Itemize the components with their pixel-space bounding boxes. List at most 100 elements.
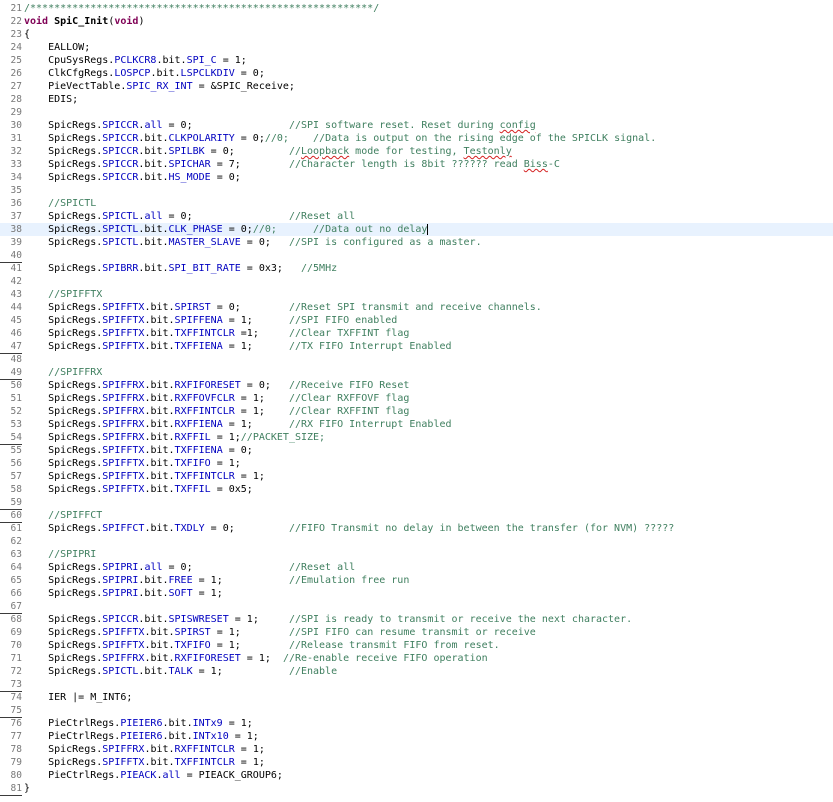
code-text: //SPIFFRX (24, 366, 102, 379)
code-token: INTx9 (192, 718, 223, 729)
code-token: //SPIFFCT (48, 510, 103, 521)
code-line[interactable]: 32 SpicRegs.SPICCR.bit.SPILBK = 0; //Loo… (0, 145, 833, 158)
code-line[interactable]: 52 SpicRegs.SPIFFRX.bit.RXFFINTCLR = 1; … (0, 405, 833, 418)
code-line[interactable]: 46 SpicRegs.SPIFFTX.bit.TXFFINTCLR =1; /… (0, 327, 833, 340)
code-line[interactable]: 36 //SPICTL (0, 197, 833, 210)
code-text: //SPIPRI (24, 548, 96, 561)
code-token: SpicRegs. (24, 627, 103, 638)
code-token: PieVectTable. (24, 81, 127, 92)
code-line[interactable]: 73 (0, 678, 833, 692)
code-line[interactable]: 65 SpicRegs.SPIPRI.bit.FREE = 1; //Emula… (0, 574, 833, 587)
code-line[interactable]: 34 SpicRegs.SPICCR.bit.HS_MODE = 0; (0, 171, 833, 184)
code-line[interactable]: 27 PieVectTable.SPIC_RX_INT = &SPIC_Rece… (0, 80, 833, 93)
line-number: 36 (10, 198, 22, 209)
code-editor[interactable]: 21/*************************************… (0, 0, 833, 802)
code-line[interactable]: 47 SpicRegs.SPIFFTX.bit.TXFFIENA = 1; //… (0, 340, 833, 354)
code-line[interactable]: 76 PieCtrlRegs.PIEIER6.bit.INTx9 = 1; (0, 717, 833, 730)
code-token: .bit. (144, 406, 175, 417)
code-line[interactable]: 45 SpicRegs.SPIFFTX.bit.SPIFFENA = 1; //… (0, 314, 833, 327)
code-line[interactable]: 64 SpicRegs.SPIPRI.all = 0; //Reset all (0, 561, 833, 574)
code-line[interactable]: 54 SpicRegs.SPIFFRX.bit.RXFFIL = 1;//PAC… (0, 431, 833, 445)
code-token: .bit. (144, 757, 175, 768)
line-number: 78 (10, 744, 22, 755)
code-line[interactable]: 62 (0, 535, 833, 548)
code-line[interactable]: 22 void SpiC_Init(void) (0, 15, 833, 28)
code-line[interactable]: 33 SpicRegs.SPICCR.bit.SPICHAR = 7; //Ch… (0, 158, 833, 171)
code-line[interactable]: 55 SpicRegs.SPIFFTX.bit.TXFFIENA = 0; (0, 444, 833, 457)
code-line[interactable]: 56 SpicRegs.SPIFFTX.bit.TXFIFO = 1; (0, 457, 833, 470)
code-line[interactable]: 57 SpicRegs.SPIFFTX.bit.TXFFINTCLR = 1; (0, 470, 833, 483)
code-line[interactable]: 37 SpicRegs.SPICTL.all = 0; //Reset all (0, 210, 833, 223)
code-token: = 1; (216, 55, 247, 66)
code-line[interactable]: 44 SpicRegs.SPIFFTX.bit.SPIRST = 0; //Re… (0, 301, 833, 314)
code-line[interactable]: 42 (0, 275, 833, 288)
code-line[interactable]: 80 PieCtrlRegs.PIEACK.all = PIEACK_GROUP… (0, 769, 833, 782)
code-token: .bit. (138, 263, 169, 274)
line-number: 79 (10, 757, 22, 768)
code-line[interactable]: 69 SpicRegs.SPIFFTX.bit.SPIRST = 1; //SP… (0, 626, 833, 639)
line-number: 53 (10, 419, 22, 430)
line-number: 38 (10, 224, 22, 235)
code-text: SpicRegs.SPIFFTX.bit.SPIRST = 0; //Reset… (24, 301, 542, 314)
code-line[interactable]: 81} (0, 782, 833, 796)
code-line[interactable]: 23{ (0, 28, 833, 41)
code-line[interactable]: 70 SpicRegs.SPIFFTX.bit.TXFIFO = 1; //Re… (0, 639, 833, 652)
code-token: SPIFFTX (102, 471, 145, 482)
line-number: 41 (10, 263, 22, 274)
code-line[interactable]: 24 EALLOW; (0, 41, 833, 54)
code-token: .bit. (144, 302, 175, 313)
code-line[interactable]: 71 SpicRegs.SPIFFRX.bit.RXFIFORESET = 1;… (0, 652, 833, 665)
code-line[interactable]: 60 //SPIFFCT (0, 509, 833, 523)
code-line[interactable]: 41 SpicRegs.SPIBRR.bit.SPI_BIT_RATE = 0x… (0, 262, 833, 275)
code-line[interactable]: 40 (0, 249, 833, 263)
code-line[interactable]: 63 //SPIPRI (0, 548, 833, 561)
code-text: SpicRegs.SPICTL.all = 0; //Reset all (24, 210, 355, 223)
code-line[interactable]: 77 PieCtrlRegs.PIEIER6.bit.INTx10 = 1; (0, 730, 833, 743)
code-line[interactable]: 75 (0, 704, 833, 718)
code-line[interactable]: 28 EDIS; (0, 93, 833, 106)
code-line[interactable]: 68 SpicRegs.SPICCR.bit.SPISWRESET = 1; /… (0, 613, 833, 626)
code-line[interactable]: 25 CpuSysRegs.PCLKCR8.bit.SPI_C = 1; (0, 54, 833, 67)
code-line[interactable]: 48 (0, 353, 833, 366)
code-text: SpicRegs.SPIFFRX.bit.RXFFINTCLR = 1; //C… (24, 405, 409, 418)
code-line[interactable]: 66 SpicRegs.SPIPRI.bit.SOFT = 1; (0, 587, 833, 600)
code-line[interactable]: 49 //SPIFFRX (0, 366, 833, 380)
code-line[interactable]: 51 SpicRegs.SPIFFRX.bit.RXFFOVFCLR = 1; … (0, 392, 833, 405)
code-line[interactable]: 78 SpicRegs.SPIFFRX.bit.RXFFINTCLR = 1; (0, 743, 833, 756)
code-token: Loopback (300, 146, 350, 157)
code-line[interactable]: 59 (0, 496, 833, 510)
code-text: SpicRegs.SPIFFRX.bit.RXFFINTCLR = 1; (24, 743, 265, 756)
code-line[interactable]: 72 SpicRegs.SPICTL.bit.TALK = 1; //Enabl… (0, 665, 833, 678)
code-line[interactable]: 26 ClkCfgRegs.LOSPCP.bit.LSPCLKDIV = 0; (0, 67, 833, 80)
code-line[interactable]: 43 //SPIFFTX (0, 288, 833, 301)
line-number: 34 (10, 172, 22, 183)
line-number: 49 (0, 366, 22, 380)
code-line[interactable]: 21/*************************************… (0, 2, 833, 15)
code-line[interactable]: 31 SpicRegs.SPICCR.bit.CLKPOLARITY = 0;/… (0, 132, 833, 145)
code-line[interactable]: 53 SpicRegs.SPIFFRX.bit.RXFFIENA = 1; //… (0, 418, 833, 431)
code-line[interactable]: 50 SpicRegs.SPIFFRX.bit.RXFIFORESET = 0;… (0, 379, 833, 392)
line-number: 45 (10, 315, 22, 326)
code-line[interactable]: 61 SpicRegs.SPIFFCT.bit.TXDLY = 0; //FIF… (0, 522, 833, 535)
code-token: .bit. (144, 393, 175, 404)
code-line[interactable]: 29 (0, 106, 833, 119)
code-token: SPIFFTX (102, 458, 145, 469)
code-text: SpicRegs.SPIFFTX.bit.TXFFIENA = 1; //TX … (24, 340, 451, 353)
code-line[interactable]: 38 SpicRegs.SPICTL.bit.CLK_PHASE = 0;//0… (0, 223, 833, 236)
code-token: all (144, 211, 163, 222)
code-token: = 0; (240, 380, 289, 391)
code-token: PCLKCR8 (114, 55, 157, 66)
code-line[interactable]: 30 SpicRegs.SPICCR.all = 0; //SPI softwa… (0, 119, 833, 132)
code-text: ClkCfgRegs.LOSPCP.bit.LSPCLKDIV = 0; (24, 67, 265, 80)
code-line[interactable]: 67 (0, 600, 833, 614)
code-line[interactable]: 58 SpicRegs.SPIFFTX.bit.TXFFIL = 0x5; (0, 483, 833, 496)
code-token: TXFFIENA (174, 445, 223, 456)
code-token: SPIFFRX (102, 419, 145, 430)
code-line[interactable]: 35 (0, 184, 833, 197)
code-token: //Clear RXFFINT flag (288, 406, 410, 417)
code-token: TXFFIENA (174, 341, 223, 352)
code-line[interactable]: 79 SpicRegs.SPIFFTX.bit.TXFFINTCLR = 1; (0, 756, 833, 769)
code-line[interactable]: 74 IER |= M_INT6; (0, 691, 833, 704)
code-line[interactable]: 39 SpicRegs.SPICTL.bit.MASTER_SLAVE = 0;… (0, 236, 833, 249)
